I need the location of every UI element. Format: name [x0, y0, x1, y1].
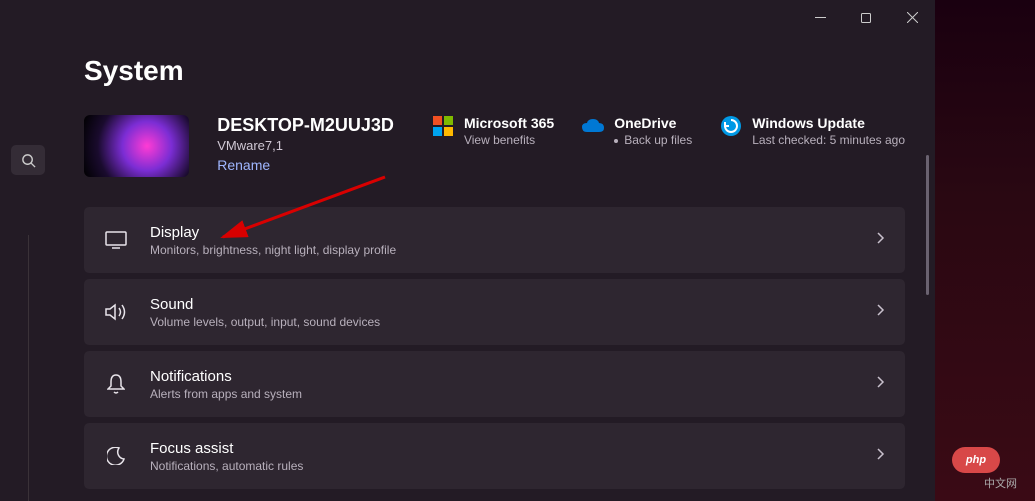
- page-title: System: [84, 55, 905, 87]
- update-sub: Last checked: 5 minutes ago: [752, 133, 905, 147]
- settings-items: Display Monitors, brightness, night ligh…: [84, 207, 905, 489]
- pc-model: VMware7,1: [217, 138, 394, 153]
- pc-info: DESKTOP-M2UUJ3D VMware7,1 Rename: [217, 115, 394, 173]
- item-sound[interactable]: Sound Volume levels, output, input, soun…: [84, 279, 905, 345]
- rename-link[interactable]: Rename: [217, 157, 394, 173]
- desktop-background: [935, 0, 1035, 501]
- chevron-right-icon: [877, 303, 885, 321]
- item-display[interactable]: Display Monitors, brightness, night ligh…: [84, 207, 905, 273]
- item-title: Notifications: [150, 368, 877, 385]
- sound-icon: [104, 303, 128, 321]
- item-title: Sound: [150, 296, 877, 313]
- minimize-button[interactable]: [797, 2, 843, 34]
- chevron-right-icon: [877, 375, 885, 393]
- onedrive-sub: Back up files: [614, 133, 692, 147]
- chevron-right-icon: [877, 231, 885, 249]
- header-row: DESKTOP-M2UUJ3D VMware7,1 Rename Microso…: [84, 115, 905, 177]
- item-title: Display: [150, 224, 877, 241]
- item-sub: Volume levels, output, input, sound devi…: [150, 315, 877, 329]
- ms365-icon: [432, 115, 454, 137]
- quick-onedrive[interactable]: OneDrive Back up files: [582, 115, 692, 147]
- item-notifications[interactable]: Notifications Alerts from apps and syste…: [84, 351, 905, 417]
- update-icon: [720, 115, 742, 137]
- quick-update[interactable]: Windows Update Last checked: 5 minutes a…: [720, 115, 905, 147]
- item-sub: Monitors, brightness, night light, displ…: [150, 243, 877, 257]
- item-sub: Notifications, automatic rules: [150, 459, 877, 473]
- onedrive-title: OneDrive: [614, 115, 692, 131]
- update-title: Windows Update: [752, 115, 905, 131]
- sidebar-divider: [28, 235, 29, 501]
- chevron-right-icon: [877, 447, 885, 465]
- item-sub: Alerts from apps and system: [150, 387, 877, 401]
- main-content: System DESKTOP-M2UUJ3D VMware7,1 Rename …: [56, 35, 935, 501]
- moon-icon: [104, 447, 128, 465]
- maximize-button[interactable]: [843, 2, 889, 34]
- item-title: Focus assist: [150, 440, 877, 457]
- cn-text: 中文网: [984, 475, 1017, 491]
- sidebar: [0, 35, 56, 501]
- quick-ms365[interactable]: Microsoft 365 View benefits: [432, 115, 554, 147]
- search-button[interactable]: [11, 145, 45, 175]
- titlebar: [0, 0, 935, 35]
- item-focus-assist[interactable]: Focus assist Notifications, automatic ru…: [84, 423, 905, 489]
- bell-icon: [104, 374, 128, 394]
- onedrive-icon: [582, 115, 604, 137]
- php-badge: php: [952, 447, 1000, 473]
- ms365-title: Microsoft 365: [464, 115, 554, 131]
- scrollbar[interactable]: [926, 155, 929, 295]
- ms365-sub: View benefits: [464, 133, 554, 147]
- display-icon: [104, 231, 128, 249]
- pc-name: DESKTOP-M2UUJ3D: [217, 115, 394, 136]
- close-button[interactable]: [889, 2, 935, 34]
- settings-window: System DESKTOP-M2UUJ3D VMware7,1 Rename …: [0, 0, 935, 501]
- pc-thumbnail: [84, 115, 189, 177]
